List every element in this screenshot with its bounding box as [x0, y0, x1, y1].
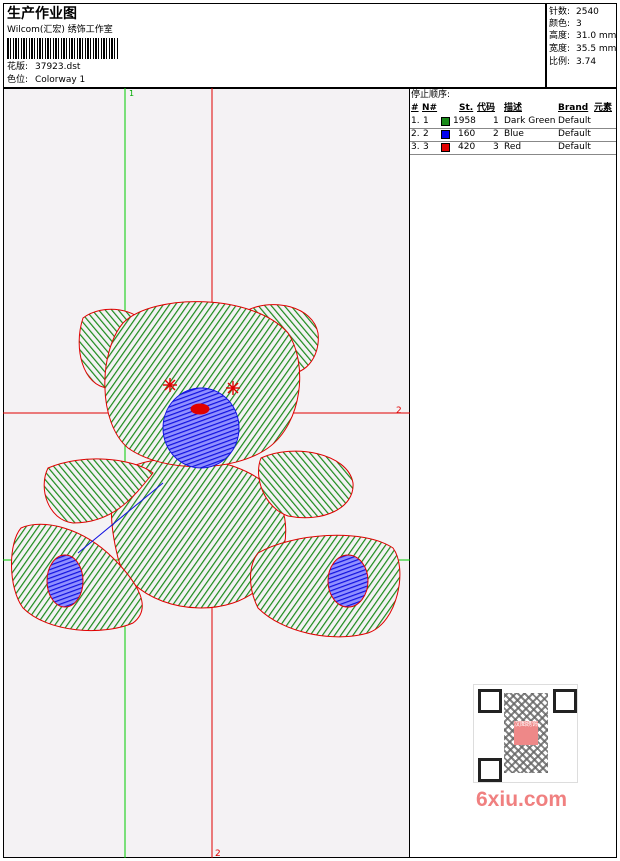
- row-index: 3.: [411, 142, 420, 152]
- row-code: 3: [493, 142, 499, 152]
- watermark-text: 6xiu.com: [476, 788, 568, 811]
- width-value: 35.5 mm: [576, 44, 617, 54]
- design-label: 花版:: [7, 62, 29, 72]
- stop-sequence-title: 停止顺序:: [411, 90, 451, 100]
- height-label: 高度:: [549, 31, 571, 41]
- bear-muzzle: [162, 387, 240, 469]
- thread-swatch: [441, 130, 450, 139]
- bear-right-eye: [226, 381, 240, 395]
- guide-label-h2: 2: [396, 406, 402, 416]
- stitches-label: 针数:: [549, 7, 571, 17]
- width-label: 宽度:: [549, 44, 571, 54]
- row-code: 2: [493, 129, 499, 139]
- row-stitches: 420: [458, 142, 476, 152]
- col-header-n: N#: [422, 103, 438, 113]
- stitches-value: 2540: [576, 7, 599, 17]
- row-index: 2.: [411, 129, 420, 139]
- table-row: 2. 2 160 2 Blue Default: [410, 128, 616, 142]
- col-header-brand: Brand: [558, 103, 589, 113]
- row-desc: Red: [504, 142, 522, 152]
- row-index: 1.: [411, 116, 420, 126]
- table-row: 1. 1 1958 1 Dark Green Default: [410, 115, 616, 129]
- bear-right-leg: [250, 534, 401, 638]
- thread-swatch: [441, 143, 450, 152]
- col-header-element: 元素: [594, 103, 613, 113]
- colorway-value: Colorway 1: [35, 75, 86, 85]
- guide-label-v2: 2: [215, 849, 221, 858]
- left-paw-pad: [46, 554, 84, 608]
- col-header-index: #: [411, 103, 419, 113]
- right-paw-pad: [327, 554, 369, 608]
- row-code: 1: [493, 116, 499, 126]
- row-brand: Default: [558, 129, 591, 139]
- row-brand: Default: [558, 116, 591, 126]
- bear-nose: [190, 403, 210, 415]
- thread-swatch: [441, 117, 450, 126]
- col-header-code: 代码: [477, 103, 496, 113]
- bear-left-eye: [163, 378, 177, 392]
- row-stitches: 160: [458, 129, 476, 139]
- row-desc: Dark Green: [504, 116, 556, 126]
- height-value: 31.0 mm: [576, 31, 617, 41]
- colors-label: 颜色:: [549, 19, 571, 29]
- page-title: 生产作业图: [7, 6, 77, 22]
- row-stitches: 1958: [453, 116, 476, 126]
- colors-value: 3: [576, 19, 582, 29]
- guide-label-v1: 1: [129, 89, 134, 98]
- col-header-stitches: St.: [459, 103, 474, 113]
- scale-label: 比例:: [549, 57, 571, 67]
- table-row: 3. 3 420 3 Red Default: [410, 141, 616, 155]
- row-n: 2: [423, 129, 429, 139]
- row-n: 1: [423, 116, 429, 126]
- row-brand: Default: [558, 142, 591, 152]
- scale-value: 3.74: [576, 57, 597, 67]
- barcode: [7, 38, 119, 59]
- qr-code: 汉图绣饰: [473, 684, 578, 783]
- col-header-desc: 描述: [504, 103, 523, 113]
- embroidery-preview: 1 2 2: [3, 88, 410, 858]
- design-file: 37923.dst: [35, 62, 81, 72]
- qr-center-badge: 汉图绣饰: [514, 721, 538, 745]
- company-name: Wilcom(汇宏) 绣饰工作室: [7, 25, 113, 35]
- row-n: 3: [423, 142, 429, 152]
- colorway-label: 色位:: [7, 75, 29, 85]
- row-desc: Blue: [504, 129, 524, 139]
